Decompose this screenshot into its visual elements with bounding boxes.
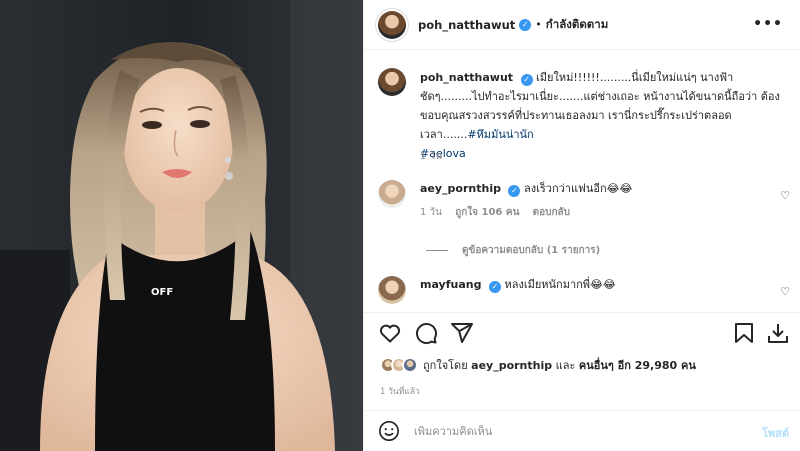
caption-author-username[interactable]: poh_natthawut [420,71,513,84]
verified-badge-icon: ✓ [519,18,532,31]
comment-body: aey_pornthip ✓ ลงเร็วกว่าแฟนอีก😂😂 1 วัน … [420,180,632,222]
comment-like-heart-icon[interactable]: ♡ [780,189,790,202]
add-comment-bar: โพสต์ [364,410,800,451]
verified-badge-icon: ✓ [520,74,533,86]
liker-avatar [402,357,418,373]
verified-badge-icon: ✓ [488,281,501,293]
hashtag-link[interactable]: #หึมมันน่านัก [467,128,533,141]
comment-likes-count[interactable]: ถูกใจ 106 คน [455,207,519,218]
comment-item: mayfuang ✓ หลงเมียหนักมากพี่😂😂 [378,276,788,304]
caption-timestamp[interactable]: 1 วัน [420,149,442,164]
liked-by-label: ถูกใจโดย [423,359,468,372]
view-replies-button[interactable]: ดูข้อความตอบกลับ (1 รายการ) [426,243,600,258]
post-timestamp: 1 วันที่แล้ว [380,387,420,397]
replies-divider-line [426,250,448,251]
post-photo[interactable]: OFF [0,0,363,451]
verified-badge-icon: ✓ [508,185,521,197]
share-icon[interactable] [450,321,474,345]
comment-actions: 1 วัน ถูกใจ 106 คน ตอบกลับ [420,204,632,222]
post-comment-button[interactable]: โพสต์ [762,424,789,442]
commenter-username[interactable]: aey_pornthip [420,182,501,195]
likes-text: ถูกใจโดย aey_pornthip และ คนอื่นๆ อีก 29… [423,356,696,374]
commenter-username[interactable]: mayfuang [420,278,481,291]
following-button[interactable]: กำลังติดตาม [546,16,609,34]
comment-like-heart-icon[interactable]: ♡ [780,285,790,298]
view-replies-label: ดูข้อความตอบกลับ (1 รายการ) [462,245,601,256]
download-icon[interactable] [766,321,790,345]
shirt-logo-text: OFF [151,287,173,298]
comment-item: aey_pornthip ✓ ลงเร็วกว่าแฟนอีก😂😂 1 วัน … [378,180,788,222]
header-separator: • [535,18,542,31]
reply-button[interactable]: ตอบกลับ [533,207,570,218]
comment-text: หลงเมียหนักมากพี่😂😂 [504,278,616,291]
author-avatar[interactable] [378,10,406,39]
likes-summary: ถูกใจโดย aey_pornthip และ คนอื่นๆ อีก 29… [380,356,696,374]
post-header: poh_natthawut ✓ • กำลังติดตาม ••• [364,0,800,50]
likes-others-link[interactable]: คนอื่นๆ อีก 29,980 คน [579,359,696,372]
caption-body: poh_natthawut ✓ เมียใหม่!!!!!!.........น… [420,68,788,163]
caption-author-avatar[interactable] [378,68,406,96]
bookmark-icon[interactable] [733,321,755,345]
comment-timestamp[interactable]: 1 วัน [420,207,442,218]
commenter-avatar[interactable] [378,180,406,208]
instagram-post-view: OFF poh_natthawut ✓ • กำลังติดตาม ••• po… [0,0,800,451]
comment-body: mayfuang ✓ หลงเมียหนักมากพี่😂😂 [420,276,616,304]
emoji-icon[interactable] [378,420,400,442]
portrait-illustration: OFF [0,0,363,451]
likes-and-label: และ [555,359,576,372]
comment-icon[interactable] [414,321,438,345]
comment-input[interactable] [414,424,734,438]
author-username[interactable]: poh_natthawut [418,18,515,32]
heart-icon[interactable] [378,321,402,345]
commenter-avatar[interactable] [378,276,406,304]
liked-by-username[interactable]: aey_pornthip [471,359,552,372]
comment-text: ลงเร็วกว่าแฟนอีก😂😂 [523,182,633,195]
more-options-icon[interactable]: ••• [753,16,783,32]
post-action-bar [364,312,800,352]
post-side-panel: poh_natthawut ✓ • กำลังติดตาม ••• poh_na… [363,0,800,451]
